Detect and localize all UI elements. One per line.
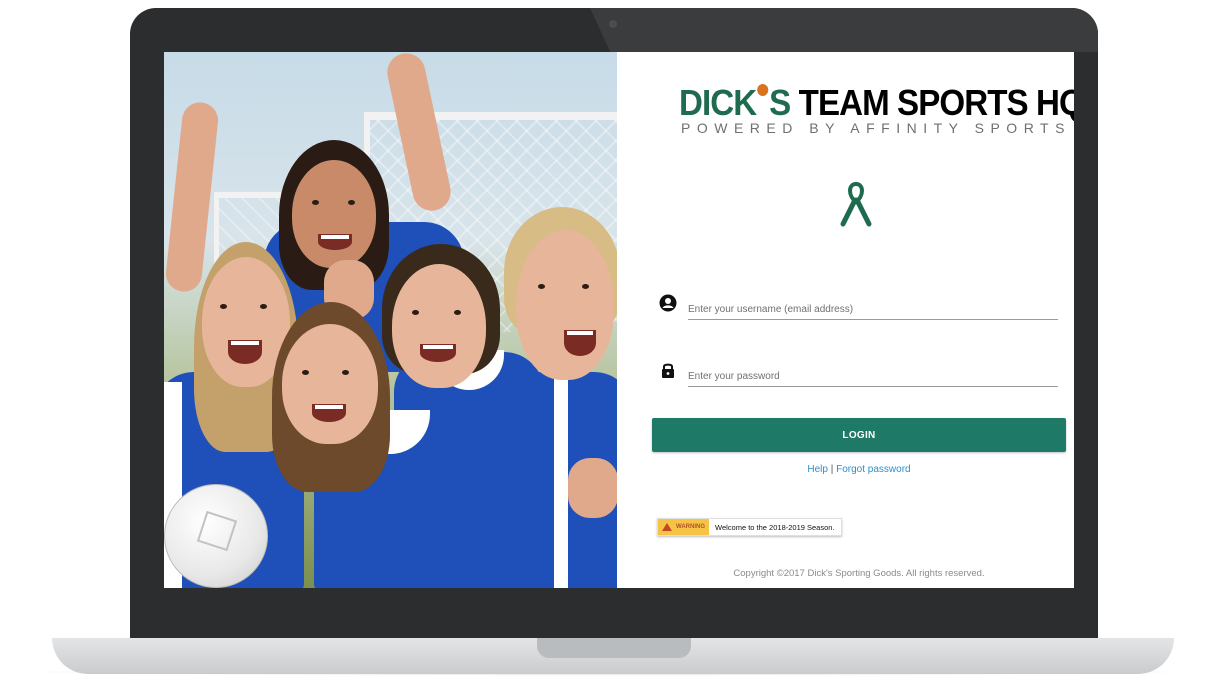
lock-icon bbox=[662, 363, 674, 378]
team-photo bbox=[164, 52, 617, 588]
account-circle-icon bbox=[659, 294, 677, 312]
warning-badge: WARNING bbox=[658, 519, 709, 535]
password-input[interactable] bbox=[688, 359, 1058, 387]
basketball-apostrophe-icon bbox=[757, 84, 769, 96]
password-field bbox=[659, 359, 1059, 393]
brand-logo: DICK S TEAM SPORTS HQ POWERED BY AFFINITY… bbox=[679, 82, 1074, 136]
warning-triangle-icon bbox=[662, 523, 672, 531]
webcam bbox=[609, 20, 617, 28]
season-notice: WARNING Welcome to the 2018-2019 Season. bbox=[657, 518, 842, 536]
username-input[interactable] bbox=[688, 292, 1058, 320]
link-separator: | bbox=[830, 464, 834, 475]
login-button[interactable]: LOGIN bbox=[652, 418, 1066, 452]
login-panel: DICK S TEAM SPORTS HQ POWERED BY AFFINITY… bbox=[617, 52, 1074, 588]
laptop-notch bbox=[537, 638, 691, 658]
logo-tagline: POWERED BY AFFINITY SPORTS bbox=[681, 120, 1071, 136]
help-links: Help | Forgot password bbox=[617, 464, 1074, 475]
notice-message: Welcome to the 2018-2019 Season. bbox=[709, 519, 841, 535]
username-field bbox=[659, 292, 1059, 326]
soccer-ball bbox=[164, 484, 268, 588]
help-link[interactable]: Help bbox=[807, 464, 828, 475]
screen: DICK S TEAM SPORTS HQ POWERED BY AFFINITY… bbox=[164, 52, 1074, 588]
laptop-lid-highlight bbox=[590, 8, 1098, 52]
logo-wordmark: DICK S TEAM SPORTS HQ bbox=[679, 82, 1074, 123]
awareness-ribbon-icon bbox=[840, 181, 872, 227]
forgot-password-link[interactable]: Forgot password bbox=[836, 464, 910, 475]
copyright-text: Copyright ©2017 Dick's Sporting Goods. A… bbox=[733, 568, 985, 579]
